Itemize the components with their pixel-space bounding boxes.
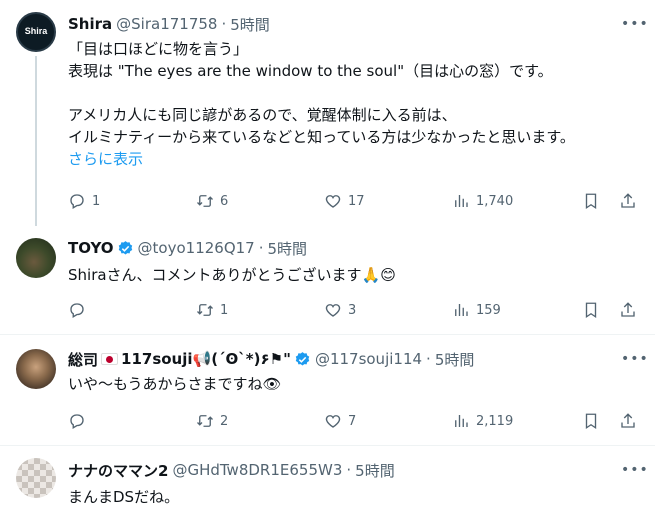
like-button[interactable]: 3 [324, 300, 356, 320]
avatar[interactable] [16, 238, 56, 278]
retweet-button[interactable]: 1 [196, 300, 228, 320]
views-button[interactable]: 2,119 [452, 411, 513, 431]
bookmark-icon [585, 302, 597, 319]
views-count: 159 [476, 302, 501, 318]
more-icon[interactable]: ••• [621, 460, 648, 480]
retweet-icon [197, 304, 213, 316]
bookmark-button[interactable] [582, 300, 600, 320]
like-icon [325, 195, 341, 208]
share-button[interactable] [619, 411, 637, 431]
bookmark-icon [585, 193, 597, 210]
avatar[interactable]: Shira [16, 12, 56, 52]
like-icon [325, 304, 341, 317]
retweet-count: 1 [220, 302, 229, 318]
reply-button[interactable] [68, 411, 86, 431]
views-icon [455, 195, 468, 207]
share-icon [621, 302, 635, 317]
tweet-text: いや〜もうあからさまですね👁 [68, 375, 282, 393]
author-handle[interactable]: @117souji114 [315, 350, 422, 368]
share-button[interactable] [619, 191, 637, 211]
reply-count: 1 [92, 193, 101, 209]
like-count: 3 [348, 302, 357, 318]
share-icon [621, 193, 635, 208]
japan-flag-icon [101, 353, 119, 365]
share-icon [621, 413, 635, 428]
verified-badge-icon [118, 240, 132, 255]
tweet-1[interactable]: Shira Shira @Sira171758 · 5時間 「目は口ほどに物を言… [0, 0, 655, 226]
thread-line [35, 56, 37, 226]
show-more-link[interactable]: さらに表示 [68, 148, 639, 170]
reply-button[interactable]: 1 [68, 191, 100, 211]
bookmark-button[interactable] [582, 191, 600, 211]
views-count: 1,740 [476, 193, 514, 209]
reply-icon [70, 194, 84, 209]
author-handle[interactable]: @GHdTw8DR1E655W3 [172, 461, 342, 479]
tweet-4[interactable]: ナナのママン2 @GHdTw8DR1E655W3 · 5時間 まんまDSだね。 … [0, 446, 655, 513]
author-name[interactable]: TOYO [68, 239, 114, 257]
share-button[interactable] [619, 300, 637, 320]
verified-badge-icon [295, 351, 310, 366]
views-button[interactable]: 1,740 [452, 191, 513, 211]
tweet-3[interactable]: 総司 117souji📢(´ʘ`*)۶⚑" @117souji114 · 5時間… [0, 335, 655, 445]
timestamp[interactable]: 5時間 [268, 238, 308, 259]
retweet-count: 2 [220, 413, 229, 429]
retweet-icon [197, 415, 213, 427]
timestamp[interactable]: 5時間 [355, 460, 395, 481]
reply-icon [70, 303, 84, 318]
author-handle[interactable]: @toyo1126Q17 [138, 239, 255, 257]
tweet-text: まんまDSだね。 [68, 488, 180, 506]
like-button[interactable]: 7 [324, 411, 356, 431]
author-name[interactable]: ナナのママン2 [68, 460, 168, 481]
author-name-suffix[interactable]: 117souji📢(´ʘ`*)۶⚑" [121, 350, 291, 368]
avatar[interactable] [16, 349, 56, 389]
more-icon[interactable]: ••• [621, 349, 648, 369]
avatar-label: Shira [24, 26, 48, 36]
retweet-button[interactable]: 6 [196, 191, 228, 211]
like-count: 7 [348, 413, 357, 429]
like-icon [325, 415, 341, 428]
views-button[interactable]: 159 [452, 300, 501, 320]
retweet-button[interactable]: 2 [196, 411, 228, 431]
retweet-count: 6 [220, 193, 229, 209]
reply-button[interactable] [68, 300, 86, 320]
reply-icon [70, 414, 84, 429]
views-icon [455, 304, 468, 316]
tweet-2[interactable]: TOYO @toyo1126Q17 · 5時間 Shiraさん、コメントありがと… [0, 226, 655, 334]
views-icon [455, 415, 468, 427]
like-button[interactable]: 17 [324, 191, 365, 211]
author-name[interactable]: 総司 [68, 349, 98, 370]
tweet-text: 「目は口ほどに物を言う」 表現は "The eyes are the windo… [68, 40, 575, 146]
retweet-icon [197, 195, 213, 207]
views-count: 2,119 [476, 413, 514, 429]
like-count: 17 [348, 193, 365, 209]
author-name[interactable]: Shira [68, 15, 112, 33]
more-icon[interactable]: ••• [621, 14, 648, 34]
avatar[interactable] [16, 458, 56, 498]
bookmark-button[interactable] [582, 411, 600, 431]
author-handle[interactable]: @Sira171758 [116, 15, 217, 33]
timestamp[interactable]: 5時間 [230, 14, 270, 35]
tweet-text: Shiraさん、コメントありがとうございます🙏😊 [68, 266, 396, 284]
timestamp[interactable]: 5時間 [435, 349, 475, 370]
bookmark-icon [585, 413, 597, 430]
